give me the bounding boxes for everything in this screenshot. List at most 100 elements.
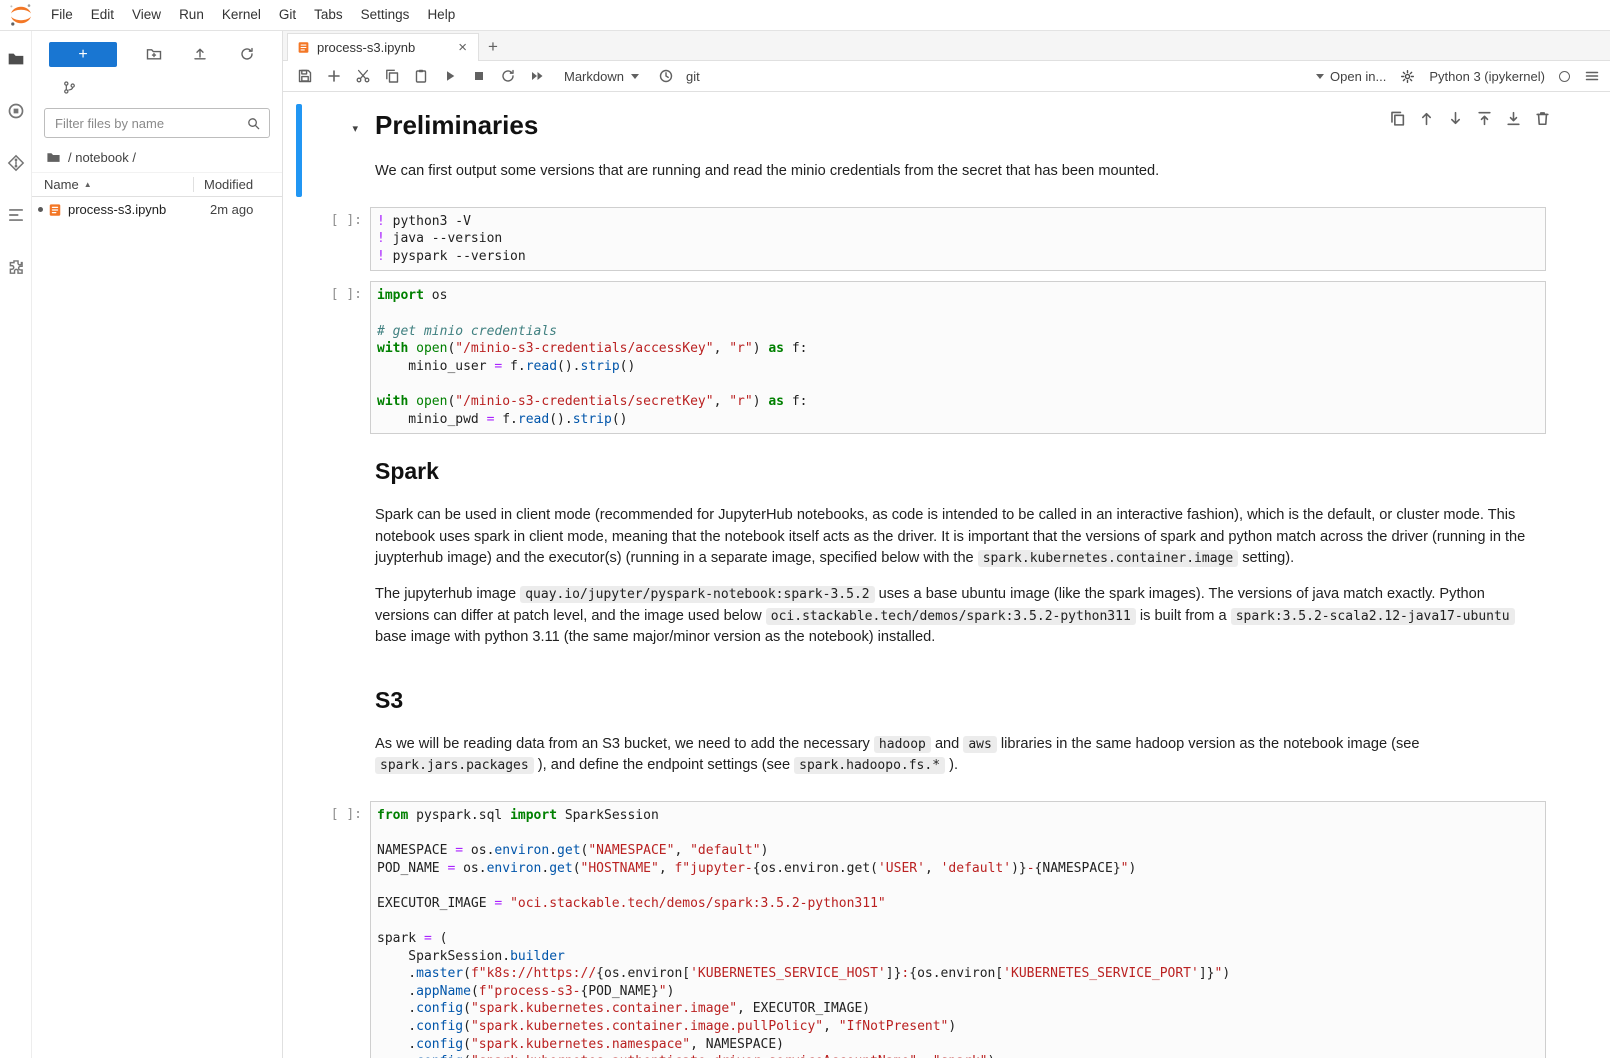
code-editor[interactable]: import os # get minio credentialswith op… — [370, 281, 1546, 434]
markdown-cell[interactable]: S3 As we will be reading data from an S3 … — [283, 673, 1610, 791]
markdown-cell[interactable]: ▾PreliminariesWe can first output some v… — [283, 104, 1610, 197]
notebook-cells: ▾PreliminariesWe can first output some v… — [283, 104, 1610, 1058]
upload-icon[interactable] — [192, 46, 208, 62]
cell-prompt: [ ]: — [302, 281, 370, 434]
notebook-panel[interactable]: ▾PreliminariesWe can first output some v… — [283, 92, 1610, 1058]
open-in-label: Open in... — [1330, 69, 1386, 84]
cell-type-dropdown[interactable]: Markdown — [564, 69, 639, 84]
notebook-file-icon — [297, 41, 310, 54]
kernel-settings-icon[interactable] — [1400, 69, 1415, 84]
delete-cell-icon[interactable] — [1534, 110, 1551, 127]
code-cell[interactable]: [ ]:import os # get minio credentialswit… — [283, 281, 1610, 434]
inline-code: hadoop — [874, 736, 931, 753]
menu-run[interactable]: Run — [170, 0, 213, 30]
breadcrumb-path[interactable]: / notebook / — [68, 150, 136, 165]
copy-icon[interactable] — [378, 63, 405, 89]
notebook-file-icon — [48, 203, 62, 217]
insert-cell-below-icon[interactable] — [1505, 110, 1522, 127]
code-cell[interactable]: [ ]:! python3 -V! java --version! pyspar… — [283, 207, 1610, 272]
markdown-paragraph: As we will be reading data from an S3 bu… — [375, 734, 1541, 777]
new-tab-button[interactable]: + — [479, 34, 507, 60]
chevron-down-icon — [1316, 74, 1324, 79]
paste-icon[interactable] — [407, 63, 434, 89]
cell-toolbar — [1389, 110, 1551, 127]
open-file-dot — [38, 207, 43, 212]
home-folder-icon[interactable] — [46, 150, 61, 165]
jupyterlab-window: File Edit View Run Kernel Git Tabs Setti… — [0, 0, 1610, 1058]
menu-settings[interactable]: Settings — [352, 0, 419, 30]
running-sessions-icon[interactable] — [0, 93, 31, 129]
toolbar-menu-icon[interactable] — [1584, 68, 1600, 84]
breadcrumb[interactable]: / notebook / — [32, 142, 282, 172]
cell-prompt — [302, 673, 370, 791]
kernel-name[interactable]: Python 3 (ipykernel) — [1429, 69, 1545, 84]
menu-git[interactable]: Git — [270, 0, 305, 30]
inline-code: quay.io/jupyter/pyspark-notebook:spark-3… — [520, 586, 874, 603]
refresh-icon[interactable] — [239, 46, 255, 62]
file-filter-input[interactable] — [53, 115, 246, 132]
inline-code: oci.stackable.tech/demos/spark:3.5.2-pyt… — [766, 608, 1136, 625]
sort-asc-icon: ▲ — [84, 180, 92, 189]
open-in-dropdown[interactable]: Open in... — [1316, 69, 1386, 84]
save-icon[interactable] — [291, 63, 318, 89]
table-of-contents-icon[interactable] — [0, 197, 31, 233]
file-name[interactable]: process-s3.ipynb — [68, 202, 210, 217]
file-filter[interactable] — [44, 108, 270, 138]
cell-prompt — [302, 444, 370, 663]
cut-icon[interactable] — [349, 63, 376, 89]
file-browser-toolbar: + — [32, 40, 282, 68]
new-launcher-button[interactable]: + — [49, 42, 117, 67]
insert-cell-above-icon[interactable] — [1476, 110, 1493, 127]
menu-view[interactable]: View — [123, 0, 170, 30]
code-cell[interactable]: [ ]:from pyspark.sql import SparkSession… — [283, 801, 1610, 1058]
file-modified: 2m ago — [210, 202, 282, 217]
menu-file[interactable]: File — [42, 0, 82, 30]
search-icon — [246, 116, 261, 131]
collapse-heading-icon[interactable]: ▾ — [352, 122, 358, 135]
markdown-heading: S3 — [375, 687, 1541, 714]
move-cell-down-icon[interactable] — [1447, 110, 1464, 127]
run-icon[interactable] — [436, 63, 463, 89]
markdown-cell[interactable]: SparkSpark can be used in client mode (r… — [283, 444, 1610, 663]
tab-title[interactable]: process-s3.ipynb — [317, 40, 449, 55]
markdown-heading: Preliminaries — [375, 110, 1541, 141]
extensions-icon[interactable] — [0, 249, 31, 285]
inline-code: aws — [963, 736, 996, 753]
kernel-status-icon — [1559, 71, 1570, 82]
interrupt-kernel-icon[interactable] — [465, 63, 492, 89]
tab-process-s3[interactable]: process-s3.ipynb × — [287, 33, 479, 61]
history-clock-icon[interactable] — [653, 63, 680, 89]
inline-code: spark.jars.packages — [375, 757, 534, 774]
menu-kernel[interactable]: Kernel — [213, 0, 270, 30]
file-row[interactable]: process-s3.ipynb 2m ago — [32, 197, 282, 222]
duplicate-cell-icon[interactable] — [1389, 110, 1406, 127]
git-clone-icon[interactable] — [62, 80, 77, 95]
file-browser-icon[interactable] — [0, 41, 31, 77]
menu-help[interactable]: Help — [418, 0, 464, 30]
column-modified[interactable]: Modified — [193, 177, 282, 192]
file-browser-panel: + — [32, 31, 283, 1058]
move-cell-up-icon[interactable] — [1418, 110, 1435, 127]
menu-edit[interactable]: Edit — [82, 0, 123, 30]
menubar: File Edit View Run Kernel Git Tabs Setti… — [0, 0, 1610, 31]
new-folder-icon[interactable] — [146, 46, 162, 62]
file-browser-git-row — [32, 74, 282, 100]
git-icon[interactable] — [0, 145, 31, 181]
close-tab-icon[interactable]: × — [456, 39, 469, 56]
file-list-header: Name ▲ Modified — [32, 172, 282, 197]
tab-bar: process-s3.ipynb × + — [283, 31, 1610, 61]
jupyter-logo — [8, 2, 34, 28]
markdown-rendered: SparkSpark can be used in client mode (r… — [370, 458, 1546, 649]
restart-run-all-icon[interactable] — [523, 63, 550, 89]
menu-tabs[interactable]: Tabs — [305, 0, 352, 30]
insert-cell-icon[interactable] — [320, 63, 347, 89]
code-editor[interactable]: from pyspark.sql import SparkSession NAM… — [370, 801, 1546, 1058]
markdown-rendered: S3 As we will be reading data from an S3 … — [370, 687, 1546, 777]
column-name[interactable]: Name ▲ — [32, 177, 193, 192]
code-editor[interactable]: ! python3 -V! java --version! pyspark --… — [370, 207, 1546, 272]
chevron-down-icon — [631, 74, 639, 79]
cell-prompt: ▾ — [302, 104, 370, 197]
restart-kernel-icon[interactable] — [494, 63, 521, 89]
inline-code: spark:3.5.2-scala2.12-java17-ubuntu — [1231, 608, 1515, 625]
git-toolbar-label[interactable]: git — [686, 69, 700, 84]
